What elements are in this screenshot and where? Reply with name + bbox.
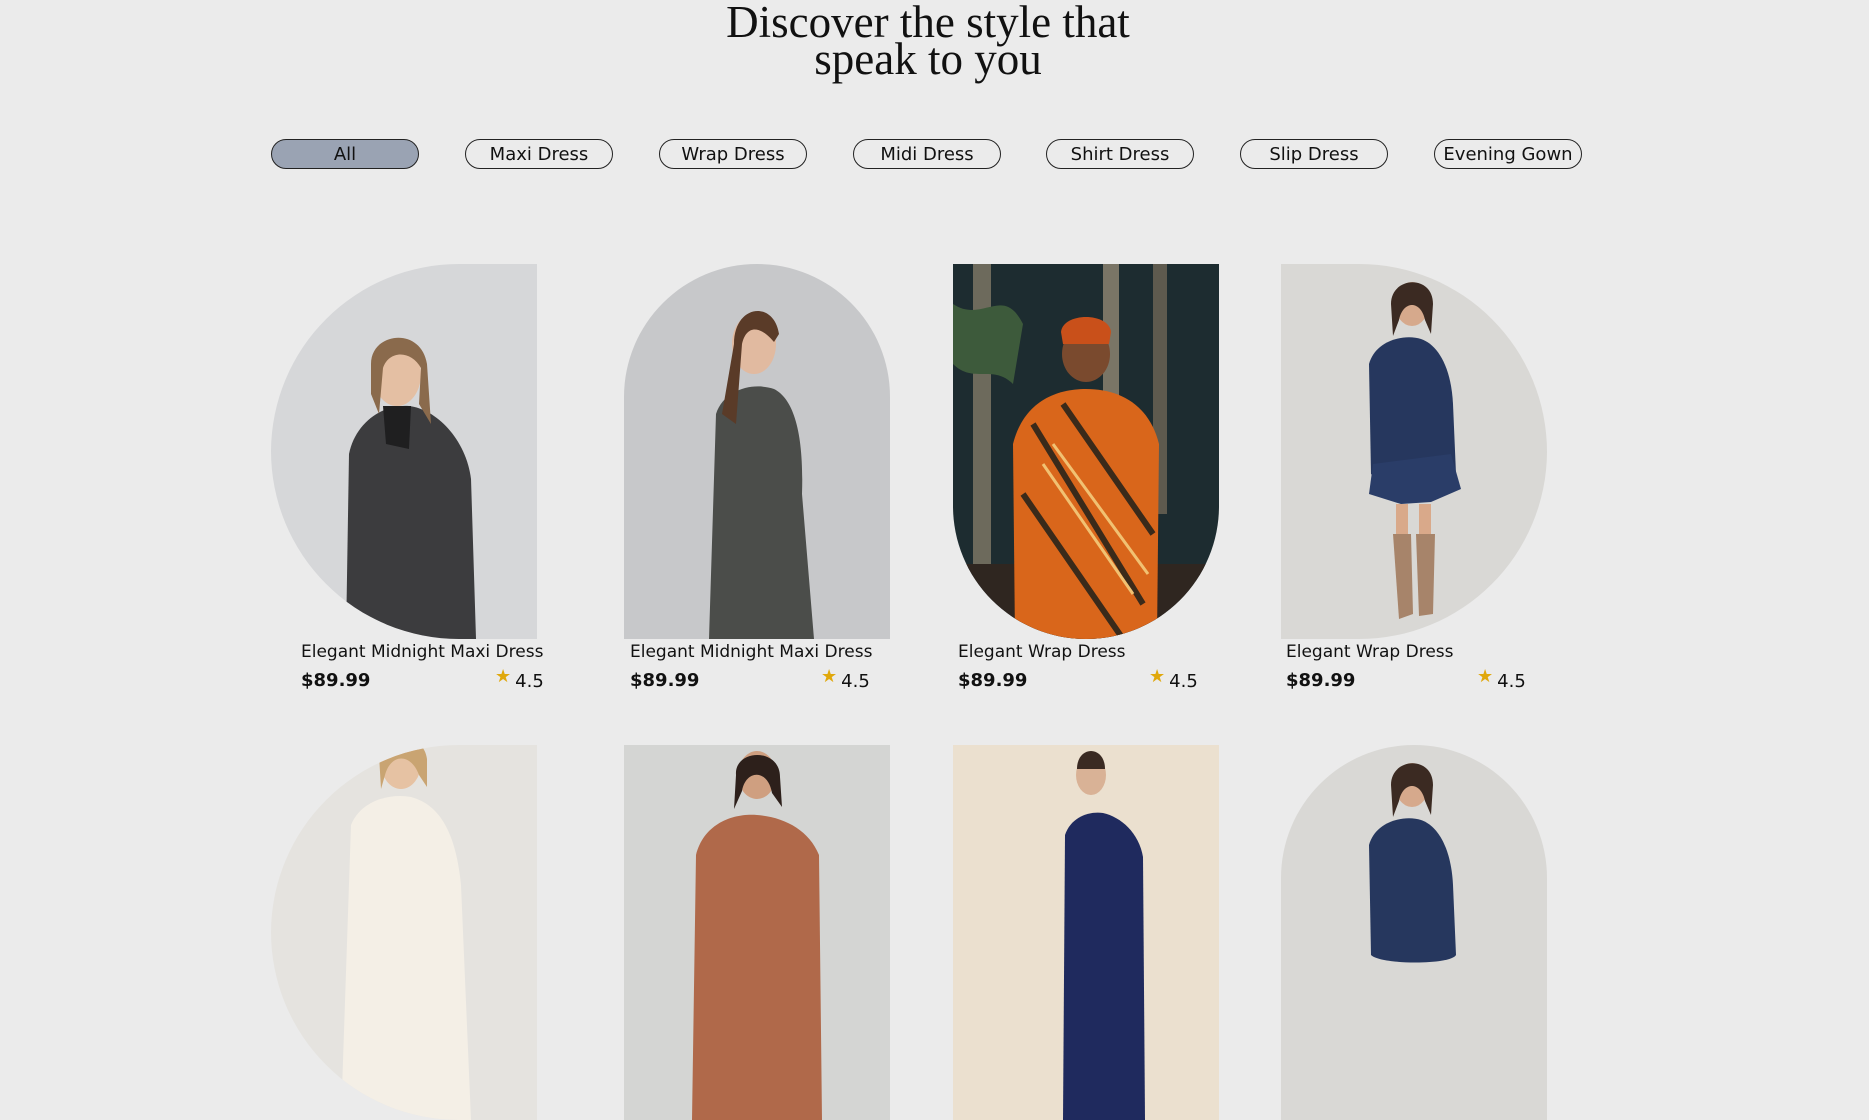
- rating-value: 4.5: [841, 671, 870, 692]
- product-image[interactable]: [271, 264, 537, 639]
- product-image[interactable]: [624, 745, 890, 1120]
- category-filter-bar: All Maxi Dress Wrap Dress Midi Dress Shi…: [0, 139, 1869, 171]
- product-price: $89.99: [1286, 670, 1356, 691]
- product-price: $89.99: [630, 670, 700, 691]
- filter-chip-wrap-dress[interactable]: Wrap Dress: [659, 139, 807, 169]
- page-title: Discover the style that speak to you: [0, 0, 1856, 84]
- product-image[interactable]: [953, 745, 1219, 1120]
- product-image[interactable]: [271, 745, 537, 1120]
- product-rating: ★ 4.5: [1477, 666, 1526, 693]
- filter-chip-slip-dress[interactable]: Slip Dress: [1240, 139, 1388, 169]
- star-icon: ★: [821, 666, 838, 687]
- filter-chip-all[interactable]: All: [271, 139, 419, 169]
- product-rating: ★ 4.5: [821, 666, 870, 693]
- filter-chip-midi-dress[interactable]: Midi Dress: [853, 139, 1001, 169]
- product-image[interactable]: [1281, 745, 1547, 1120]
- product-image[interactable]: [624, 264, 890, 639]
- product-price: $89.99: [958, 670, 1028, 691]
- star-icon: ★: [1149, 666, 1166, 687]
- product-image[interactable]: [1281, 264, 1547, 639]
- product-price: $89.99: [301, 670, 371, 691]
- star-icon: ★: [495, 666, 512, 687]
- rating-value: 4.5: [1169, 671, 1198, 692]
- rating-value: 4.5: [1497, 671, 1526, 692]
- product-name: Elegant Midnight Maxi Dress: [301, 642, 544, 662]
- product-name: Elegant Wrap Dress: [958, 642, 1126, 662]
- filter-chip-maxi-dress[interactable]: Maxi Dress: [465, 139, 613, 169]
- page-title-line-2: speak to you: [814, 34, 1042, 84]
- product-rating: ★ 4.5: [495, 666, 544, 693]
- product-rating: ★ 4.5: [1149, 666, 1198, 693]
- star-icon: ★: [1477, 666, 1494, 687]
- product-name: Elegant Wrap Dress: [1286, 642, 1454, 662]
- product-image[interactable]: [953, 264, 1219, 639]
- filter-chip-shirt-dress[interactable]: Shirt Dress: [1046, 139, 1194, 169]
- rating-value: 4.5: [515, 671, 544, 692]
- product-name: Elegant Midnight Maxi Dress: [630, 642, 873, 662]
- filter-chip-evening-gown[interactable]: Evening Gown: [1434, 139, 1582, 169]
